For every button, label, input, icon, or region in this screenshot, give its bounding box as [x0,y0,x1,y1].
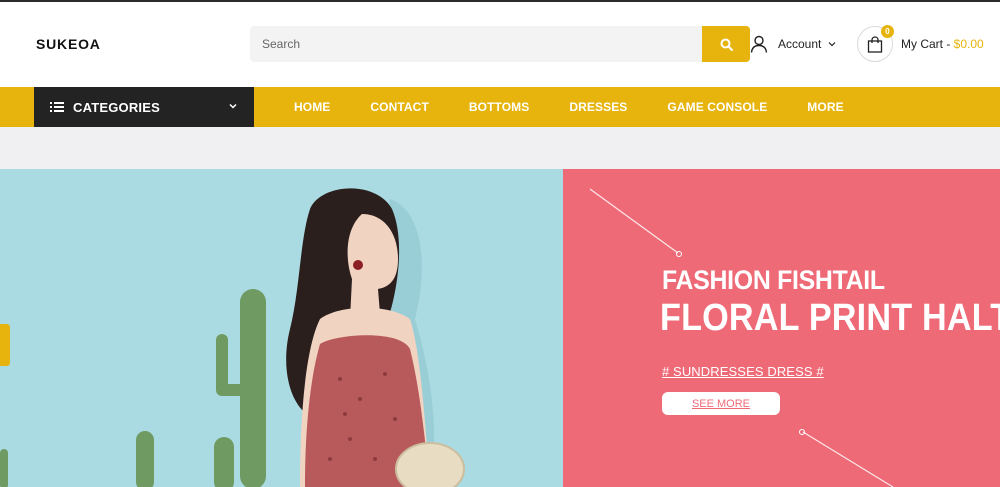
search-icon [720,38,733,51]
account-menu[interactable]: Account [750,34,836,54]
nav-item-more[interactable]: MORE [787,100,863,114]
nav-item-contact[interactable]: CONTACT [350,100,448,114]
categories-dropdown[interactable]: CATEGORIES [34,87,254,127]
search-button[interactable] [702,26,750,62]
hero-title-line1: FASHION FISHTAIL [662,265,885,295]
nav-item-bottoms[interactable]: BOTTOMS [449,100,549,114]
nav-item-game-console[interactable]: GAME CONSOLE [647,100,787,114]
main-navbar: CATEGORIES HOME CONTACT BOTTOMS DRESSES … [0,87,1000,127]
hero-banner: FASHION FISHTAIL FLORAL PRINT HALTER # S… [563,169,1000,487]
side-drawer-tab[interactable] [0,324,10,366]
section-spacer [0,127,1000,169]
menu-list-icon [50,102,64,112]
user-icon [750,35,768,53]
hero-tagline[interactable]: # SUNDRESSES DRESS # [662,364,824,379]
cart-icon-wrap: 0 [857,25,894,62]
site-logo[interactable]: SUKEOA [36,36,101,52]
chevron-down-icon [828,42,836,47]
site-header: SUKEOA Account 0 My Cart - $0.00 [0,2,1000,87]
cart-button[interactable]: 0 My Cart - $0.00 [857,25,984,63]
cart-total: $0.00 [953,37,984,51]
hero-title-line2: FLORAL PRINT HALTER [660,297,1000,339]
cart-label: My Cart - [901,37,954,51]
see-more-button[interactable]: SEE MORE [662,392,780,415]
shopping-bag-icon [867,35,883,53]
nav-links: HOME CONTACT BOTTOMS DRESSES GAME CONSOL… [274,87,864,127]
search-bar [250,26,750,62]
hero-model-image [0,188,465,487]
search-input[interactable] [250,26,702,62]
nav-item-home[interactable]: HOME [274,100,350,114]
categories-label: CATEGORIES [73,99,160,115]
cart-summary: My Cart - $0.00 [901,37,984,51]
chevron-down-icon [229,103,237,109]
cart-count-badge: 0 [881,25,894,38]
hero-image-panel [0,169,563,487]
nav-item-dresses[interactable]: DRESSES [549,100,647,114]
account-label: Account [778,37,822,51]
